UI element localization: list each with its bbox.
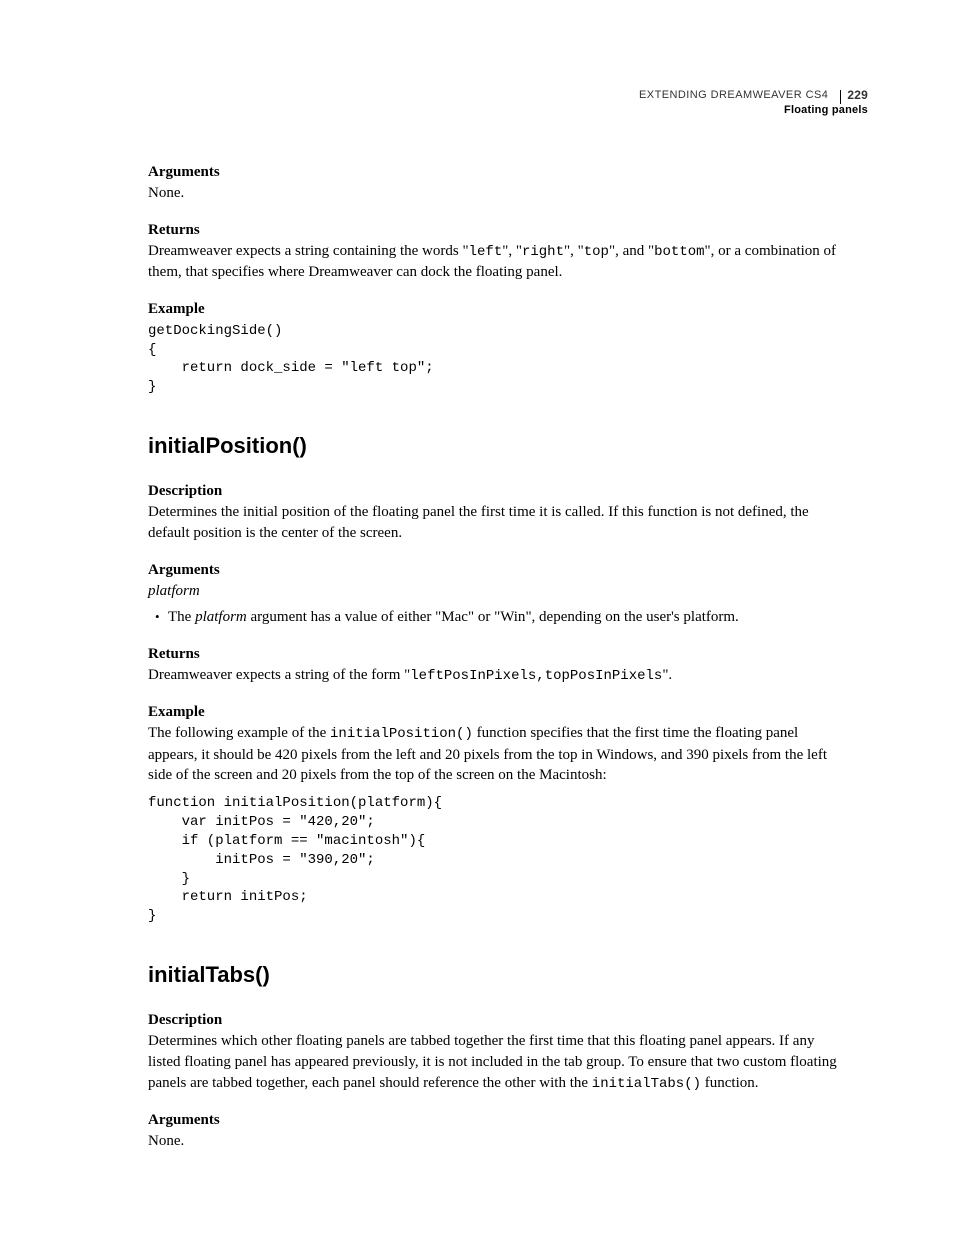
description-heading: Description: [148, 483, 846, 500]
text: The following example of the: [148, 725, 330, 741]
arguments-param: platform: [148, 581, 846, 602]
code-block: function initialPosition(platform){ var …: [148, 794, 846, 926]
code-literal: top: [584, 244, 609, 260]
function-heading-initialtabs: initialTabs(): [148, 962, 846, 988]
returns-heading: Returns: [148, 646, 846, 663]
text: ", ": [564, 243, 584, 259]
arguments-body: None.: [148, 183, 846, 204]
header-separator: [840, 90, 841, 104]
code-literal: leftPosInPixels,topPosInPixels: [410, 668, 662, 684]
returns-body: Dreamweaver expects a string of the form…: [148, 665, 846, 686]
text: ", and ": [609, 243, 654, 259]
text: Dreamweaver expects a string of the form…: [148, 667, 410, 683]
text: argument has a value of either ": [247, 609, 442, 625]
book-title: EXTENDING DREAMWEAVER CS4: [639, 89, 828, 101]
content: Arguments None. Returns Dreamweaver expe…: [148, 164, 846, 1152]
text: ".: [662, 667, 672, 683]
code-literal: left: [469, 244, 503, 260]
code-block: getDockingSide() { return dock_side = "l…: [148, 322, 846, 398]
example-heading: Example: [148, 301, 846, 318]
returns-body: Dreamweaver expects a string containing …: [148, 241, 846, 283]
function-heading-initialposition: initialPosition(): [148, 433, 846, 459]
arguments-heading: Arguments: [148, 1112, 846, 1129]
running-header: EXTENDING DREAMWEAVER CS4 229 Floating p…: [639, 88, 868, 116]
code-literal: initialTabs(): [592, 1076, 701, 1092]
header-line-1: EXTENDING DREAMWEAVER CS4 229: [639, 88, 868, 102]
page-number: 229: [847, 88, 868, 102]
description-body: Determines which other floating panels a…: [148, 1031, 846, 1094]
arguments-body: None.: [148, 1131, 846, 1152]
text: The: [168, 609, 195, 625]
arguments-heading: Arguments: [148, 562, 846, 579]
page: EXTENDING DREAMWEAVER CS4 229 Floating p…: [0, 0, 954, 1235]
code-literal: Win: [500, 609, 525, 625]
returns-heading: Returns: [148, 222, 846, 239]
code-literal: initialPosition(): [330, 726, 473, 742]
text: function.: [701, 1075, 759, 1091]
example-heading: Example: [148, 704, 846, 721]
example-intro: The following example of the initialPosi…: [148, 723, 846, 786]
text: Dreamweaver expects a string containing …: [148, 243, 469, 259]
code-literal: bottom: [654, 244, 704, 260]
text: ", ": [502, 243, 522, 259]
text: " or ": [468, 609, 500, 625]
arguments-heading: Arguments: [148, 164, 846, 181]
code-literal: right: [522, 244, 564, 260]
chapter-title: Floating panels: [639, 104, 868, 116]
param-name: platform: [195, 609, 247, 625]
description-body: Determines the initial position of the f…: [148, 502, 846, 543]
description-heading: Description: [148, 1012, 846, 1029]
code-literal: Mac: [441, 609, 468, 625]
arguments-list: The platform argument has a value of eit…: [148, 607, 846, 628]
arguments-list-item: The platform argument has a value of eit…: [166, 607, 846, 628]
text: ", depending on the user's platform.: [525, 609, 738, 625]
